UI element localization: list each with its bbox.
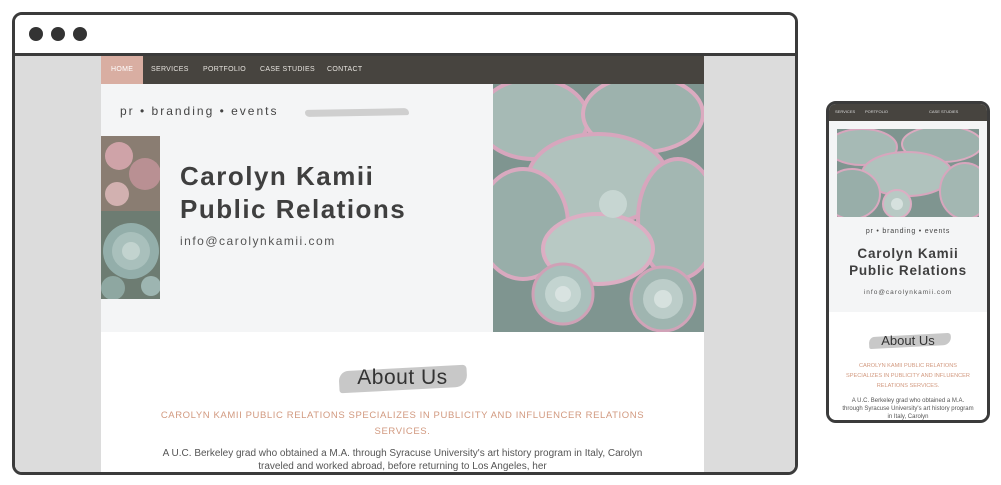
mobile-nav: SERVICES PORTFOLIO CASE STUDIES [829,104,987,121]
browser-titlebar [15,15,795,56]
company-name-line1: Carolyn Kamii [180,161,375,191]
nav-portfolio[interactable]: PORTFOLIO [203,56,246,84]
window-dot-icon[interactable] [29,27,43,41]
browser-viewport: HOME SERVICES PORTFOLIO CASE STUDIES CON… [15,56,795,472]
window-dot-icon[interactable] [73,27,87,41]
tagline: pr • branding • events [120,104,279,118]
about-body: A U.C. Berkeley grad who obtained a M.A.… [162,448,643,472]
mobile-company-name-line2: Public Relations [849,263,967,278]
mobile-phone-mockup: SERVICES PORTFOLIO CASE STUDIES pr • bra… [826,101,990,423]
mobile-tagline: pr • branding • events [865,228,951,235]
succulent-photo [493,84,704,332]
mobile-about-title: About Us [881,333,935,348]
mobile-about-body: A U.C. Berkeley grad who obtained a M.A.… [842,398,974,420]
company-name: Carolyn Kamii Public Relations [180,160,406,226]
window-dot-icon[interactable] [51,27,65,41]
mobile-email-link[interactable]: info@carolynkamii.com [829,289,987,296]
main-nav: HOME SERVICES PORTFOLIO CASE STUDIES CON… [101,56,704,84]
about-title: About Us [357,366,448,389]
brush-stroke [304,108,410,117]
email-link[interactable]: info@carolynkamii.com [180,234,336,248]
hero-text-panel: pr • branding • events Carolyn Kamii Pub… [101,84,493,332]
website: HOME SERVICES PORTFOLIO CASE STUDIES CON… [101,56,704,472]
mobile-company-name: Carolyn Kamii Public Relations [829,245,987,279]
mobile-about-lead: CAROLYN KAMII PUBLIC RELATIONS SPECIALIZ… [846,363,970,389]
nav-home[interactable]: HOME [101,56,144,84]
succulent-thumbnail [101,136,160,299]
mobile-nav-portfolio[interactable]: PORTFOLIO [865,109,888,114]
mobile-succulent-photo [837,129,979,217]
desktop-browser-mockup: HOME SERVICES PORTFOLIO CASE STUDIES CON… [12,12,798,475]
mobile-nav-services[interactable]: SERVICES [835,109,855,114]
mobile-nav-case-studies[interactable]: CASE STUDIES [929,109,958,114]
about-lead: CAROLYN KAMII PUBLIC RELATIONS SPECIALIZ… [160,410,645,437]
nav-services[interactable]: SERVICES [151,56,189,84]
nav-case-studies[interactable]: CASE STUDIES [260,56,315,84]
nav-contact[interactable]: CONTACT [327,56,362,84]
company-name-line2: Public Relations [180,194,407,224]
mobile-company-name-line1: Carolyn Kamii [857,246,959,261]
